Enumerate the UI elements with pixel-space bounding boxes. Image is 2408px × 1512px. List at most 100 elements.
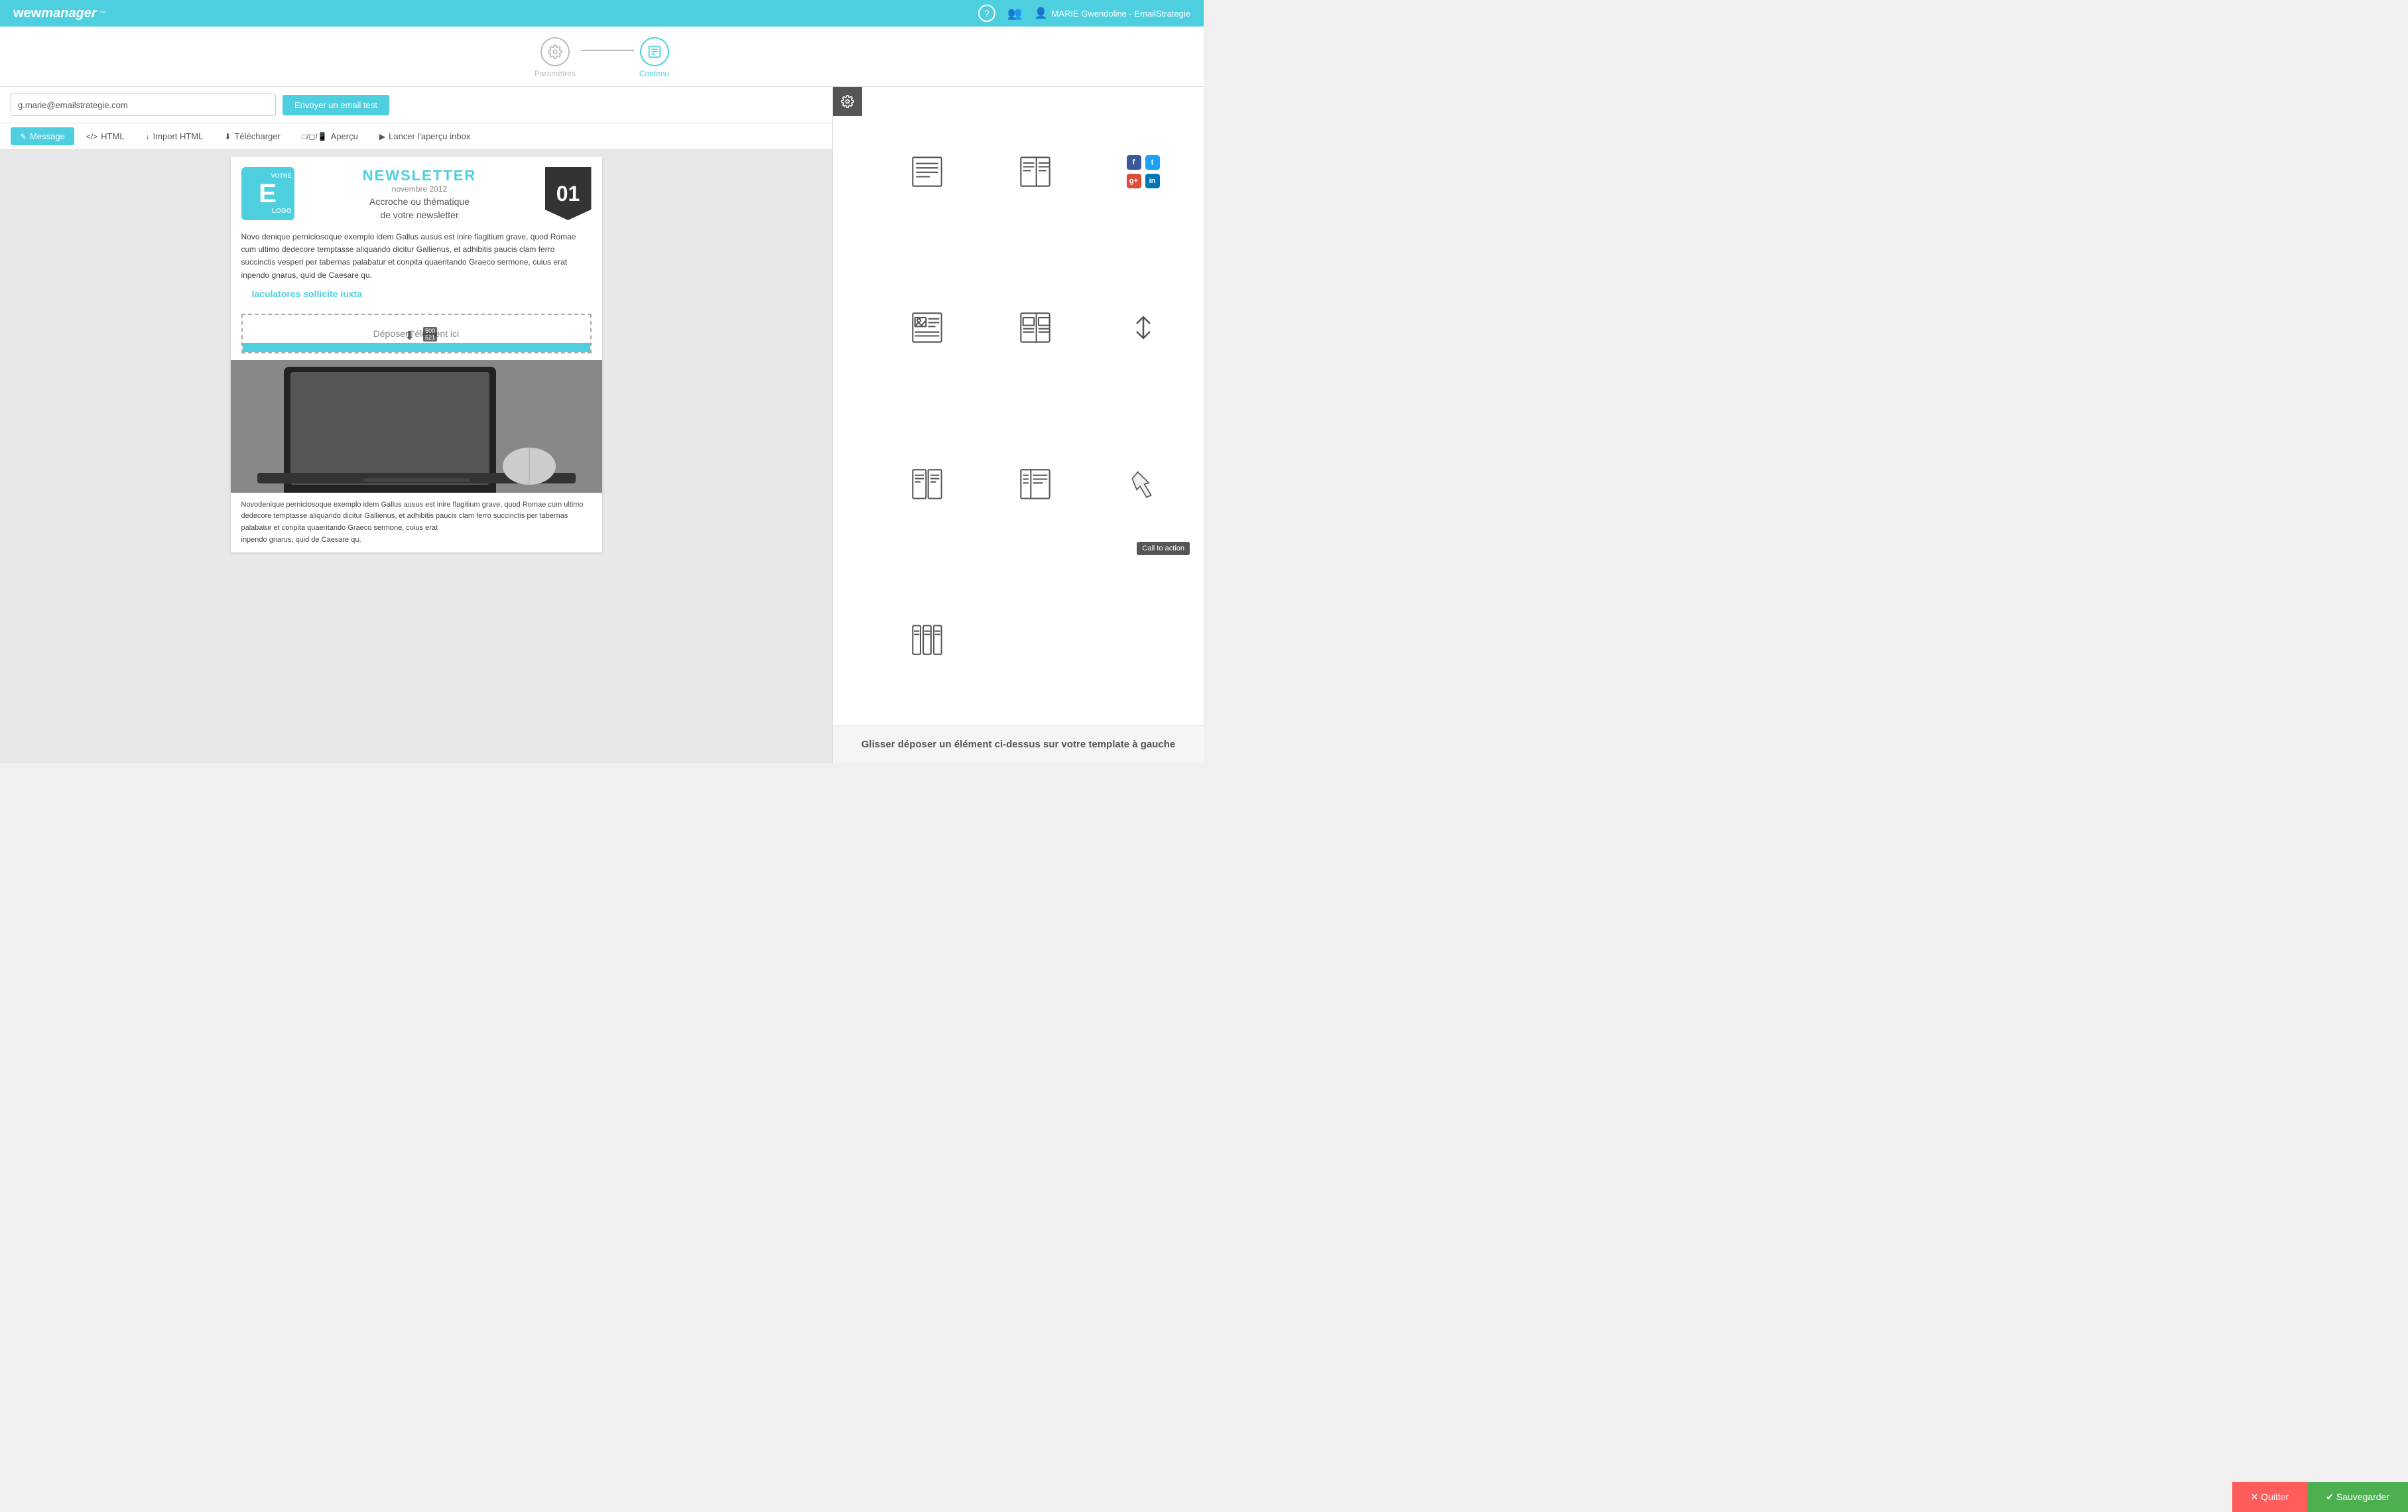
download-tab-label: Télécharger (234, 131, 280, 141)
logo-text: wewmanager (13, 6, 97, 21)
element-two-col-layout[interactable] (981, 250, 1089, 407)
preview-tab-label: Aperçu (331, 131, 358, 141)
newsletter-body-text: Novo denique perniciosoque exemplo idem … (231, 231, 602, 288)
newsletter-subtitle2: de votre newsletter (301, 210, 539, 220)
stepper-circle-1 (540, 37, 570, 66)
two-col-right-icon (1019, 468, 1052, 501)
three-col-icon (911, 623, 944, 657)
tab-html[interactable]: </> HTML (77, 127, 134, 145)
panel-gear-button[interactable] (833, 87, 862, 116)
cta-icon (1127, 468, 1160, 501)
stepper-line (581, 50, 634, 51)
tab-message[interactable]: ✎ Message (11, 127, 74, 145)
element-two-col-border[interactable] (873, 406, 981, 562)
download-icon: ⬇ (224, 132, 231, 141)
message-tab-label: Message (30, 131, 65, 141)
image-text-icon (911, 311, 944, 344)
facebook-icon: f (1127, 155, 1141, 170)
send-test-button[interactable]: Envoyer un email test (283, 95, 389, 115)
stepper: Paramètres Contenu (0, 27, 1204, 87)
element-cta[interactable]: Call to action (1089, 406, 1197, 562)
drop-cursor-icon: ⬇ (405, 329, 414, 343)
email-preview-container[interactable]: VOTRE E LOGO NEWSLETTER novembre 2012 Ac… (0, 150, 832, 763)
logo-placeholder: VOTRE E LOGO (241, 167, 294, 220)
arrows-icon (1131, 314, 1155, 341)
preview-icon: □/◻/📱 (302, 132, 328, 141)
inbox-icon: ▶ (379, 132, 385, 141)
element-image-text[interactable] (873, 250, 981, 407)
cta-tooltip: Call to action (1137, 542, 1190, 555)
main-content: Envoyer un email test ✎ Message </> HTML… (0, 87, 1204, 763)
two-col-layout-icon (1019, 311, 1052, 344)
elements-panel: f t g+ in (832, 87, 1204, 763)
editor-toolbar: ✎ Message </> HTML ↓ Import HTML ⬇ Téléc… (0, 123, 832, 150)
stepper-label-2: Contenu (639, 69, 669, 78)
html-tab-label: HTML (101, 131, 124, 141)
quitter-button[interactable]: ✕ Quitter (2232, 1482, 2308, 1512)
message-icon: ✎ (20, 132, 27, 141)
import-icon: ↓ (146, 132, 150, 141)
drag-instruction: Glisser déposer un élément ci-dessus sur… (833, 725, 1204, 763)
expand-icon (1131, 314, 1155, 341)
inbox-tab-label: Lancer l'aperçu inbox (389, 131, 470, 141)
tab-inbox[interactable]: ▶ Lancer l'aperçu inbox (370, 127, 479, 145)
newsletter-title: NEWSLETTER (301, 167, 539, 184)
test-email-input[interactable] (11, 94, 276, 116)
laptop-svg (231, 360, 602, 493)
user-name: MARIE Gwendoline - EmailStrategie (1051, 9, 1190, 19)
two-col-border-icon (911, 468, 944, 501)
tab-download[interactable]: ⬇ Télécharger (215, 127, 289, 145)
logo-label-text: LOGO (272, 208, 291, 215)
linkedin-icon: in (1145, 174, 1160, 188)
stepper-contenu[interactable]: Contenu (639, 37, 669, 78)
google-icon: g+ (1127, 174, 1141, 188)
newsletter-subtitle1: Accroche ou thématique (301, 196, 539, 207)
element-two-col-text[interactable] (981, 94, 1089, 250)
drop-zone[interactable]: Déposer l'élément ici ⬇ 500 521 (241, 314, 592, 353)
element-three-col[interactable] (873, 562, 981, 719)
elements-grid: f t g+ in (833, 87, 1204, 725)
social-row-2: g+ in (1127, 174, 1160, 188)
drop-zone-bar (243, 343, 590, 352)
gear-icon (841, 95, 854, 108)
newsletter-link[interactable]: Iaculatores sollicite iuxta (231, 288, 602, 307)
tab-import[interactable]: ↓ Import HTML (137, 127, 213, 145)
bottom-bar: ✕ Quitter ✔ Sauvegarder (2232, 1482, 2408, 1512)
editor-panel: Envoyer un email test ✎ Message </> HTML… (0, 87, 832, 763)
navbar: wewmanager ™ ? 👥 👤 MARIE Gwendoline - Em… (0, 0, 1204, 27)
newsletter-header: VOTRE E LOGO NEWSLETTER novembre 2012 Ac… (231, 157, 602, 231)
coords-badge: 500 521 (423, 327, 437, 342)
element-social[interactable]: f t g+ in (1089, 94, 1197, 250)
tab-preview[interactable]: □/◻/📱 Aperçu (292, 127, 367, 145)
logo-tagline: ™ (99, 10, 106, 17)
element-text-block[interactable] (873, 94, 981, 250)
social-icons-group: f t g+ in (1127, 155, 1160, 188)
import-tab-label: Import HTML (153, 131, 204, 141)
text-block-icon (911, 155, 944, 188)
newsletter-footer-text: Novodenique perniciosoque exemplo idem G… (231, 493, 602, 552)
logo: wewmanager ™ (13, 6, 106, 21)
logo-e-letter: E (259, 179, 277, 209)
test-bar: Envoyer un email test (0, 87, 832, 123)
drop-zone-text: Déposer l'élément ici (373, 328, 460, 339)
stepper-label-1: Paramètres (535, 69, 576, 78)
help-icon[interactable]: ? (978, 5, 995, 22)
stepper-circle-2 (640, 37, 669, 66)
newsletter-image (231, 360, 602, 493)
newsletter-date: novembre 2012 (301, 184, 539, 194)
email-preview: VOTRE E LOGO NEWSLETTER novembre 2012 Ac… (231, 157, 602, 552)
newsletter-title-block: NEWSLETTER novembre 2012 Accroche ou thé… (301, 167, 539, 220)
users-icon[interactable]: 👥 (1007, 7, 1022, 21)
newsletter-number: 01 (545, 167, 592, 220)
stepper-parametres[interactable]: Paramètres (535, 37, 576, 78)
user-info: 👤 MARIE Gwendoline - EmailStrategie (1035, 7, 1190, 20)
logo-votre-label: VOTRE (271, 172, 291, 179)
navbar-icons: ? 👥 👤 MARIE Gwendoline - EmailStrategie (978, 5, 1190, 22)
newsletter-link-text: Iaculatores sollicite iuxta (241, 288, 373, 306)
social-row-1: f t (1127, 155, 1160, 170)
element-arrows[interactable] (1089, 250, 1197, 407)
element-two-col-right[interactable] (981, 406, 1089, 562)
two-col-text-icon (1019, 155, 1052, 188)
twitter-icon: t (1145, 155, 1160, 170)
sauvegarder-button[interactable]: ✔ Sauvegarder (2307, 1482, 2408, 1512)
